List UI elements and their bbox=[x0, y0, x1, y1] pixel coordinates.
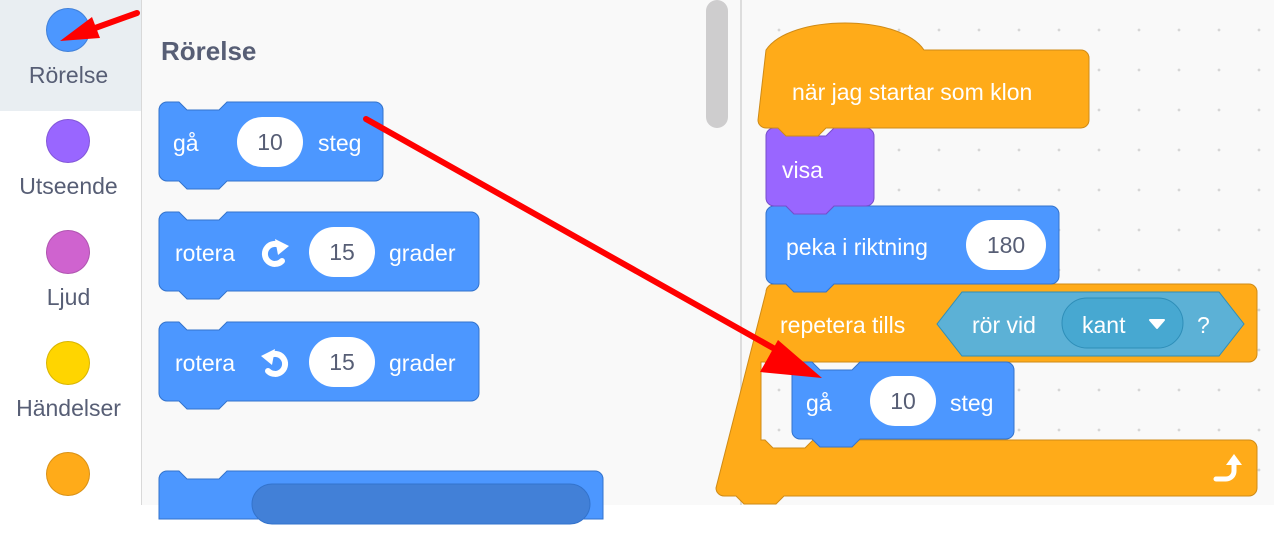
annotation-arrows bbox=[60, 10, 822, 378]
